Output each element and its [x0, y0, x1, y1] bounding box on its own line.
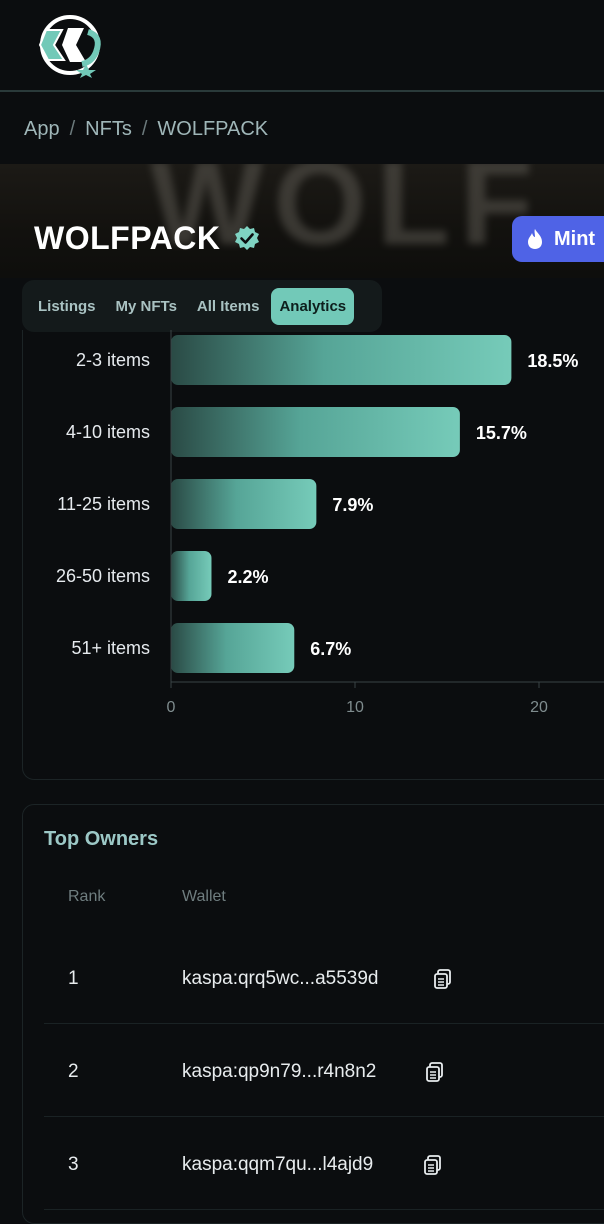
tab-my-nfts[interactable]: My NFTs	[108, 288, 185, 325]
tab-listings[interactable]: Listings	[30, 288, 104, 325]
breadcrumb-separator: /	[141, 118, 148, 140]
bar[interactable]	[171, 407, 460, 457]
copy-icon[interactable]	[432, 968, 454, 990]
skc-logo-icon[interactable]	[24, 12, 116, 78]
copy-icon[interactable]	[422, 1154, 444, 1176]
bar[interactable]	[171, 551, 212, 601]
tab-all-items[interactable]: All Items	[189, 288, 268, 325]
category-label: 51+ items	[71, 638, 150, 658]
owner-row: 1 kaspa:qrq5wc...a5539d	[44, 932, 604, 1024]
category-label: 11-25 items	[57, 494, 150, 514]
copy-icon[interactable]	[424, 1061, 446, 1083]
x-tick-label: 10	[346, 699, 364, 716]
x-tick-label: 20	[530, 699, 548, 716]
collection-title: WOLFPACK	[34, 220, 221, 256]
breadcrumb-current: WOLFPACK	[157, 118, 269, 140]
flame-icon	[528, 229, 542, 249]
bar[interactable]	[171, 479, 317, 529]
column-header-rank[interactable]: Rank	[68, 888, 105, 906]
bar-value-label: 15.7%	[476, 423, 527, 443]
owner-row: 3 kaspa:qqm7qu...l4ajd9	[44, 1118, 604, 1210]
owner-wallet[interactable]: kaspa:qqm7qu...l4ajd9	[182, 1154, 373, 1176]
owner-wallet[interactable]: kaspa:qp9n79...r4n8n2	[182, 1061, 376, 1083]
owner-rank: 1	[68, 968, 79, 989]
collection-header: WOLFPACK	[34, 220, 262, 257]
x-tick-label: 0	[167, 699, 176, 716]
bar-value-label: 18.5%	[527, 351, 578, 371]
owner-row: 2 kaspa:qp9n79...r4n8n2	[44, 1025, 604, 1117]
bar-value-label: 7.9%	[332, 495, 373, 515]
mint-label: Mint	[554, 227, 596, 250]
holder-distribution-chart: 2-3 items 18.5% 4-10 items 15.7% 11-25 items…	[56, 330, 604, 716]
bar-value-label: 2.2%	[227, 567, 268, 587]
owner-rank: 3	[68, 1154, 79, 1175]
breadcrumb-app[interactable]: App	[24, 118, 60, 141]
breadcrumb-separator: /	[69, 118, 76, 140]
bar[interactable]	[171, 623, 295, 673]
category-label: 26-50 items	[56, 566, 150, 586]
tab-analytics[interactable]: Analytics	[271, 287, 355, 325]
owner-rank: 2	[68, 1061, 79, 1082]
top-owners-title: Top Owners	[44, 828, 159, 850]
collection-tabs: Listings My NFTs All Items Analytics	[22, 280, 382, 332]
column-header-wallet[interactable]: Wallet	[182, 888, 226, 906]
top-bar	[0, 0, 604, 92]
bar[interactable]	[171, 335, 512, 385]
breadcrumb: App / NFTs / WOLFPACK	[24, 118, 268, 141]
breadcrumb-nfts[interactable]: NFTs	[85, 118, 132, 141]
bar-value-label: 6.7%	[310, 639, 351, 659]
owner-wallet[interactable]: kaspa:qrq5wc...a5539d	[182, 968, 378, 990]
verified-badge-icon	[235, 225, 260, 250]
mint-button[interactable]: Mint	[512, 216, 604, 262]
category-label: 2-3 items	[76, 350, 150, 370]
category-label: 4-10 items	[66, 422, 150, 442]
